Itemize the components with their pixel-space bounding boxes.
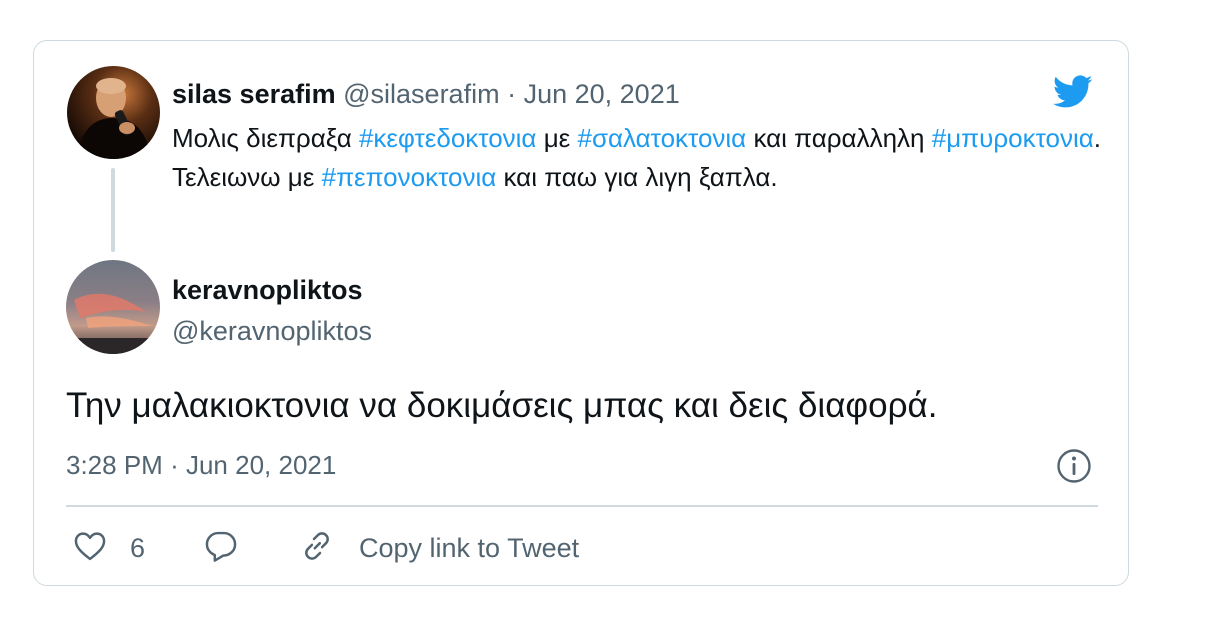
tweet-text-segment: και παω για λιγη ξαπλα. <box>496 162 778 192</box>
quoted-tweet-header: silas serafim @silaserafim · Jun 20, 202… <box>172 78 680 110</box>
hashtag-link[interactable]: #πεπονοκτονια <box>322 162 497 192</box>
avatar-silaserafim[interactable] <box>67 66 160 159</box>
quoted-author-handle[interactable]: @silaserafim <box>343 79 499 109</box>
timestamp-separator: · <box>170 450 179 480</box>
quoted-tweet-date[interactable]: Jun 20, 2021 <box>524 79 680 109</box>
quoted-author-name[interactable]: silas serafim <box>172 79 336 109</box>
reply-bubble-icon <box>203 528 239 569</box>
like-count: 6 <box>130 532 146 563</box>
twitter-bird-icon[interactable] <box>1050 71 1096 111</box>
tweet-timestamp[interactable]: 3:28 PM · Jun 20, 2021 <box>66 449 336 481</box>
actions-divider <box>66 505 1098 507</box>
like-button[interactable]: 6 <box>72 528 145 568</box>
thread-connector-line <box>111 168 115 252</box>
hashtag-link[interactable]: #μπυροκτονια <box>932 123 1094 153</box>
info-icon[interactable] <box>1056 448 1092 484</box>
tweet-text-segment: και παραλληλη <box>746 123 932 153</box>
avatar-keravnopliktos[interactable] <box>66 260 160 354</box>
copy-link-label: Copy link to Tweet <box>359 532 580 563</box>
reply-author-name[interactable]: keravnopliktos <box>172 274 363 306</box>
reply-button[interactable] <box>203 528 239 568</box>
link-icon <box>299 528 335 569</box>
tweet-text-segment: με <box>536 123 578 153</box>
quoted-tweet-text: Μολις διεπραξα #κεφτεδοκτονια με #σαλατο… <box>172 119 1102 197</box>
reply-author-handle[interactable]: @keravnopliktos <box>172 315 372 347</box>
tweet-date: Jun 20, 2021 <box>185 450 337 480</box>
heart-icon <box>72 528 108 569</box>
tweet-text-segment: Μολις διεπραξα <box>172 123 359 153</box>
reply-tweet-text: Την μαλακιοκτονια να δοκιμάσεις μπας και… <box>66 386 938 425</box>
hashtag-link[interactable]: #κεφτεδοκτονια <box>359 123 537 153</box>
copy-link-button[interactable]: Copy link to Tweet <box>299 528 579 568</box>
header-separator: · <box>507 79 517 109</box>
hashtag-link[interactable]: #σαλατοκτονια <box>578 123 747 153</box>
tweet-time: 3:28 PM <box>66 450 163 480</box>
